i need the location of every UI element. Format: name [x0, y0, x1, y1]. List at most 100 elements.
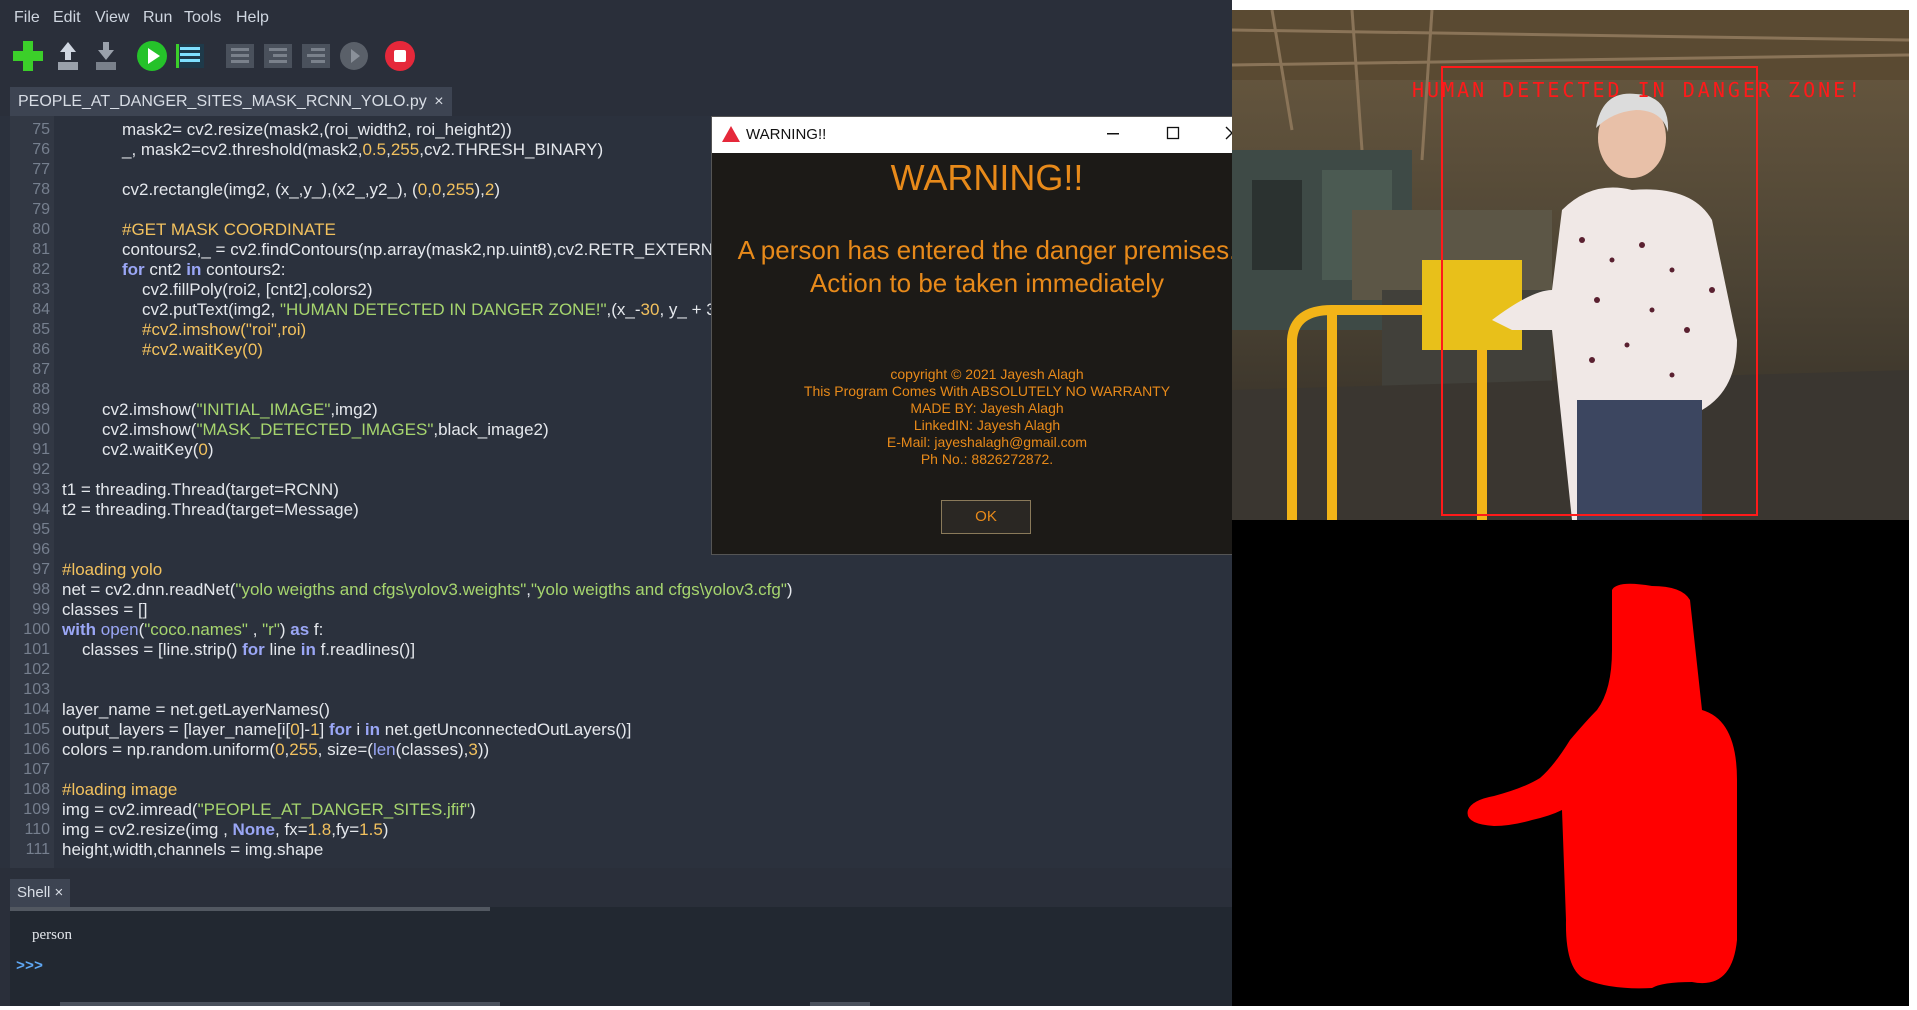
- close-icon[interactable]: ×: [55, 884, 64, 901]
- mask-image: [1467, 583, 1737, 989]
- new-file-icon[interactable]: [10, 38, 46, 74]
- line-number: 109: [23, 801, 50, 818]
- shell-scrolled-text-fragment: [10, 907, 490, 911]
- line-number: 85: [32, 321, 50, 338]
- code-line: t1 = threading.Thread(target=RCNN): [62, 480, 339, 499]
- code-line: contours2,_ = cv2.findContours(np.array(…: [122, 240, 734, 259]
- line-number: 102: [23, 661, 50, 678]
- shell-tab-bar: Shell ×: [0, 875, 1232, 907]
- line-number: 91: [32, 441, 50, 458]
- debug-icon[interactable]: [172, 38, 208, 74]
- scrollbar-thumb[interactable]: [810, 1002, 870, 1006]
- code-line: output_layers = [layer_name[i[0]-1] for …: [62, 720, 632, 739]
- line-number: 101: [23, 641, 50, 658]
- code-line: classes = [line.strip() for line in f.re…: [82, 640, 416, 659]
- line-number: 97: [32, 561, 50, 578]
- toolbar: [0, 34, 1232, 86]
- code-line: cv2.putText(img2, "HUMAN DETECTED IN DAN…: [142, 300, 716, 319]
- editor-tab[interactable]: PEOPLE_AT_DANGER_SITES_MASK_RCNN_YOLO.py…: [10, 87, 452, 116]
- line-number: 78: [32, 181, 50, 198]
- line-number: 105: [23, 721, 50, 738]
- open-file-icon[interactable]: [50, 38, 86, 74]
- step-into-icon[interactable]: [260, 38, 296, 74]
- mask-detected-window: [1232, 520, 1909, 1006]
- mask-silhouette: [1467, 583, 1737, 989]
- step-over-icon[interactable]: [222, 38, 258, 74]
- dialog-title-bar: WARNING!!: [712, 117, 1262, 153]
- dialog-message-line2: Action to be taken immediately: [809, 268, 1165, 298]
- code-line: with open("coco.names" , "r") as f:: [62, 620, 324, 639]
- code-line: t2 = threading.Thread(target=Message): [62, 500, 359, 519]
- line-number: 94: [32, 501, 50, 518]
- menu-edit[interactable]: Edit: [53, 9, 81, 27]
- shell-prompt: >>>: [16, 958, 44, 975]
- shell-output: person: [32, 927, 72, 943]
- line-number: 82: [32, 261, 50, 278]
- credit-email: E-Mail: jayeshalagh@gmail.com: [886, 434, 1088, 450]
- line-number: 90: [32, 421, 50, 438]
- line-number: 93: [32, 481, 50, 498]
- stop-icon[interactable]: [382, 38, 418, 74]
- dialog-title: WARNING!!: [746, 126, 827, 143]
- code-line: _, mask2=cv2.threshold(mask2,0.5,255,cv2…: [122, 140, 604, 159]
- code-line: cv2.imshow("MASK_DETECTED_IMAGES",black_…: [102, 420, 549, 439]
- code-line: #cv2.imshow("roi",roi): [142, 320, 307, 339]
- code-line: #cv2.waitKey(0): [142, 340, 263, 359]
- line-number: 77: [32, 161, 50, 178]
- line-number: 107: [23, 761, 50, 778]
- shell-tab[interactable]: Shell ×: [10, 879, 71, 907]
- line-number: 98: [32, 581, 50, 598]
- code-line: img = cv2.resize(img , None, fx=1.8,fy=1…: [62, 820, 389, 839]
- line-number: 86: [32, 341, 50, 358]
- code-line: colors = np.random.uniform(0,255, size=(…: [62, 740, 490, 759]
- code-line: classes = []: [62, 600, 148, 619]
- credit-copyright: copyright © 2021 Jayesh Alagh: [890, 366, 1084, 382]
- editor-tab-bar: PEOPLE_AT_DANGER_SITES_MASK_RCNN_YOLO.py…: [0, 86, 1232, 116]
- line-number: 111: [25, 841, 50, 858]
- editor-tab-label: PEOPLE_AT_DANGER_SITES_MASK_RCNN_YOLO.py: [18, 93, 427, 110]
- menu-view[interactable]: View: [95, 9, 129, 27]
- line-number: 100: [23, 621, 50, 638]
- code-line: cv2.rectangle(img2, (x_,y_),(x2_,y2_), (…: [122, 180, 501, 199]
- code-line: #GET MASK COORDINATE: [122, 220, 336, 239]
- line-number: 79: [32, 201, 50, 218]
- line-number: 83: [32, 281, 50, 298]
- line-number: 84: [32, 301, 50, 318]
- run-icon[interactable]: [134, 38, 170, 74]
- menu-tools[interactable]: Tools: [184, 9, 221, 27]
- line-number: 87: [32, 361, 50, 378]
- line-number: 88: [32, 381, 50, 398]
- line-number: 89: [32, 401, 50, 418]
- code-line: for cnt2 in contours2:: [122, 260, 286, 279]
- code-line: cv2.fillPoly(roi2, [cnt2],colors2): [142, 280, 373, 299]
- save-file-icon[interactable]: [88, 38, 124, 74]
- code-line: net = cv2.dnn.readNet("yolo weigths and …: [62, 580, 793, 599]
- maximize-icon[interactable]: [1163, 123, 1183, 147]
- step-out-icon[interactable]: [298, 38, 334, 74]
- minimize-icon[interactable]: [1103, 123, 1123, 147]
- menu-run[interactable]: Run: [143, 9, 172, 27]
- warning-dialog: WARNING!! WARNING!! A person has entered…: [712, 117, 1262, 554]
- credit-author: MADE BY: Jayesh Alagh: [910, 400, 1064, 416]
- line-number: 76: [32, 141, 50, 158]
- line-number: 103: [23, 681, 50, 698]
- dialog-heading: WARNING!!: [890, 157, 1084, 198]
- horizontal-scrollbar[interactable]: [60, 1002, 500, 1006]
- shell-panel[interactable]: person >>>: [10, 907, 1232, 1006]
- line-number: 95: [32, 521, 50, 538]
- menu-file[interactable]: File: [14, 9, 40, 27]
- shell-tab-label: Shell: [17, 884, 51, 901]
- line-number: 104: [23, 701, 50, 718]
- line-number: 81: [32, 241, 50, 258]
- resume-icon[interactable]: [336, 38, 372, 74]
- ok-button[interactable]: OK: [941, 500, 1031, 534]
- close-icon[interactable]: ×: [434, 93, 443, 110]
- credit-linkedin: LinkedIN: Jayesh Alagh: [913, 417, 1061, 433]
- code-line: height,width,channels = img.shape: [62, 840, 324, 859]
- code-line: layer_name = net.getLayerNames(): [62, 700, 330, 719]
- dialog-credits: copyright © 2021 Jayesh Alagh This Progr…: [712, 366, 1262, 468]
- line-number: 96: [32, 541, 50, 558]
- menu-help[interactable]: Help: [236, 9, 269, 27]
- code-line: cv2.imshow("INITIAL_IMAGE",img2): [102, 400, 378, 419]
- line-number: 80: [32, 221, 50, 238]
